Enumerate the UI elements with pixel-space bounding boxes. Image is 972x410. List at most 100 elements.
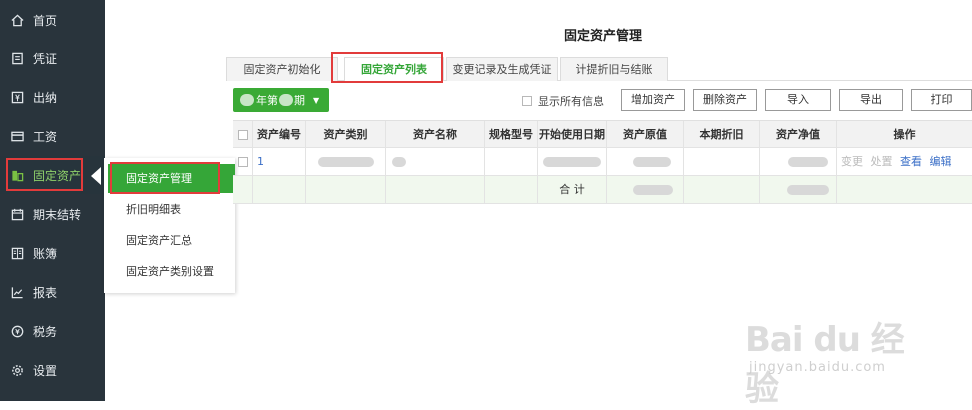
submenu-item-category-settings[interactable]: 固定资产类别设置 (104, 257, 235, 286)
tab-depreciation-closing[interactable]: 计提折旧与结账 (560, 57, 668, 81)
total-net-value (760, 176, 837, 204)
edit-link[interactable]: 编辑 (930, 155, 952, 168)
submenu-pointer (91, 167, 101, 185)
total-label: 合 计 (538, 176, 607, 204)
sidebar-item-salary[interactable]: 工资 (0, 117, 105, 155)
tab-bar: 固定资产初始化 固定资产列表 变更记录及生成凭证 计提折旧与结账 (226, 57, 972, 81)
tab-change-records[interactable]: 变更记录及生成凭证 (446, 57, 558, 81)
submenu-item-depreciation-detail[interactable]: 折旧明细表 (104, 195, 235, 224)
col-asset-no[interactable]: 资产编号 (253, 121, 306, 149)
chart-icon (11, 286, 24, 299)
calendar-icon (11, 208, 24, 221)
period-label-suffix: 期 (294, 94, 305, 107)
redacted-value (787, 185, 829, 195)
table-header: 资产编号 资产类别 资产名称 规格型号 开始使用日期 资产原值 本期折旧 资产净… (233, 120, 972, 149)
redacted-value (543, 157, 601, 167)
total-empty-cell (485, 176, 538, 204)
show-all-label: 显示所有信息 (538, 95, 604, 108)
submenu-item-asset-management[interactable]: 固定资产管理 (108, 164, 235, 193)
show-all-checkbox[interactable] (522, 96, 532, 106)
col-net-value[interactable]: 资产净值 (760, 121, 837, 149)
row-checkbox[interactable] (237, 157, 248, 167)
delete-asset-button[interactable]: 删除资产 (693, 89, 757, 111)
total-depreciation (684, 176, 760, 204)
sidebar-item-home[interactable]: 首页 (0, 1, 105, 39)
sidebar-item-label: 固定资产 (33, 168, 82, 183)
gear-icon (11, 364, 24, 377)
sidebar-item-label: 首页 (33, 13, 58, 28)
export-button[interactable]: 导出 (839, 89, 903, 111)
sidebar-item-period-end[interactable]: 期末结转 (0, 195, 105, 233)
sidebar-item-label: 期末结转 (33, 207, 82, 222)
salary-card-icon (11, 130, 24, 143)
blurred-year (240, 94, 254, 106)
redacted-value (392, 157, 406, 167)
col-spec-model[interactable]: 规格型号 (485, 121, 538, 149)
tax-icon (11, 325, 24, 338)
col-asset-category[interactable]: 资产类别 (306, 121, 386, 149)
sidebar-item-settings[interactable]: 设置 (0, 351, 105, 389)
tab-asset-list[interactable]: 固定资产列表 (344, 57, 444, 81)
start-date-cell (538, 148, 607, 176)
col-actions: 操作 (893, 128, 916, 141)
cashier-icon (11, 91, 24, 104)
print-button[interactable]: 打印 (911, 89, 972, 111)
sidebar-item-label: 报表 (33, 285, 58, 300)
watermark-url: jingyan.baidu.com (749, 360, 886, 375)
redacted-value (788, 157, 828, 167)
col-period-depreciation[interactable]: 本期折旧 (684, 121, 760, 149)
total-empty-cell (386, 176, 485, 204)
sidebar-item-reports[interactable]: 报表 (0, 273, 105, 311)
asset-category-cell (306, 148, 386, 176)
dispose-action: 处置 (870, 155, 893, 168)
blurred-period (279, 94, 293, 106)
total-empty-cell (837, 176, 972, 204)
net-value-cell (760, 148, 837, 176)
select-all-cell (233, 121, 253, 149)
add-asset-button[interactable]: 增加资产 (621, 89, 685, 111)
total-empty-cell (233, 176, 253, 204)
sidebar-item-cashier[interactable]: 出纳 (0, 78, 105, 116)
sidebar: 首页 凭证 出纳 工资 固定资产 期末结转 账簿 报表 税务 设置 (0, 0, 105, 401)
table-row[interactable]: 1 变更 处置 查看 编辑 (233, 148, 972, 176)
redacted-value (317, 157, 374, 167)
period-dropdown[interactable]: 年第 期 ▼ (233, 88, 329, 112)
sidebar-item-label: 账簿 (33, 246, 58, 261)
voucher-icon (11, 52, 24, 65)
fixed-asset-icon (11, 169, 24, 182)
total-empty-cell (306, 176, 386, 204)
book-icon (11, 247, 24, 260)
sidebar-item-tax[interactable]: 税务 (0, 312, 105, 350)
page-title: 固定资产管理 (564, 29, 643, 44)
actions-cell: 变更 处置 查看 编辑 (837, 148, 972, 176)
fixed-asset-submenu: 固定资产管理 折旧明细表 固定资产汇总 固定资产类别设置 (104, 158, 235, 293)
row-select-cell (233, 148, 253, 176)
col-original-value[interactable]: 资产原值 (607, 121, 684, 149)
sidebar-item-voucher[interactable]: 凭证 (0, 39, 105, 77)
period-label-year: 年第 (256, 94, 278, 107)
asset-no-cell[interactable]: 1 (253, 148, 306, 176)
asset-name-cell (386, 148, 485, 176)
import-button[interactable]: 导入 (765, 89, 831, 111)
sidebar-item-fixed-assets[interactable]: 固定资产 (0, 156, 105, 194)
redacted-value (633, 185, 673, 195)
sidebar-item-label: 凭证 (33, 51, 58, 66)
sidebar-item-label: 工资 (33, 129, 58, 144)
select-all-checkbox[interactable] (237, 130, 248, 140)
spec-model-cell (485, 148, 538, 176)
col-start-date[interactable]: 开始使用日期 (538, 121, 607, 149)
tab-asset-init[interactable]: 固定资产初始化 (226, 57, 338, 81)
total-empty-cell (253, 176, 306, 204)
col-asset-name[interactable]: 资产名称 (386, 121, 485, 149)
show-all-toggle[interactable]: 显示所有信息 (522, 93, 604, 109)
total-original-value (607, 176, 684, 204)
chevron-down-icon: ▼ (313, 95, 320, 105)
total-row: 合 计 (233, 176, 972, 204)
sidebar-item-label: 出纳 (33, 90, 58, 105)
sidebar-item-label: 税务 (33, 324, 58, 339)
sidebar-item-ledger[interactable]: 账簿 (0, 234, 105, 272)
redacted-value (633, 157, 671, 167)
change-action: 变更 (841, 155, 863, 168)
view-link[interactable]: 查看 (900, 155, 922, 168)
submenu-item-asset-summary[interactable]: 固定资产汇总 (104, 226, 235, 255)
